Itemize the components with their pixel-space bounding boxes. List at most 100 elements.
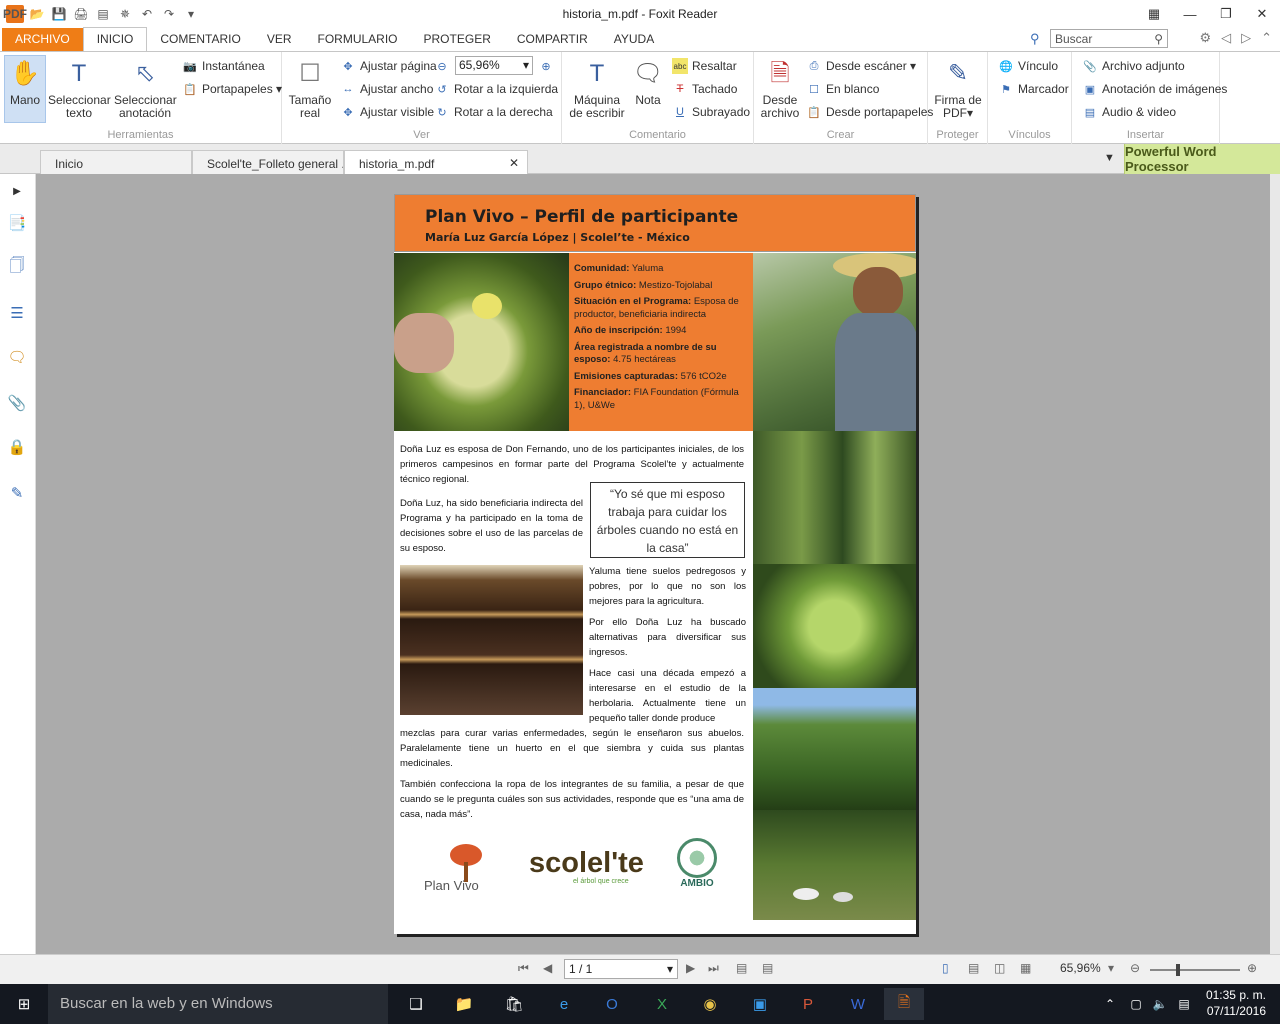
rotate-left-button[interactable]: ↺ Rotar a la izquierda bbox=[434, 79, 558, 99]
zoom-level[interactable]: 65,96% bbox=[1060, 961, 1101, 975]
strikeout-button[interactable]: T Tachado bbox=[672, 79, 738, 99]
chrome-icon[interactable]: ◉ bbox=[690, 988, 730, 1020]
zoom-in-status-icon[interactable]: ⊕ bbox=[1247, 961, 1257, 975]
expand-panel-icon[interactable]: ▶ bbox=[6, 180, 28, 202]
tray-chevron-icon[interactable]: ⌃ bbox=[1096, 988, 1124, 1020]
fit-visible-button[interactable]: ✥ Ajustar visible bbox=[340, 102, 434, 122]
continuous-facing-icon[interactable]: ▦ bbox=[1020, 961, 1031, 975]
zoom-out-status-icon[interactable]: ⊖ bbox=[1130, 961, 1140, 975]
tab-ayuda[interactable]: AYUDA bbox=[601, 28, 667, 51]
tab-inicio-doc[interactable]: Inicio bbox=[40, 150, 192, 174]
zoom-slider-thumb[interactable] bbox=[1176, 964, 1180, 976]
save-icon[interactable]: 💾 bbox=[50, 5, 68, 23]
tab-list-chevron-icon[interactable]: ▼ bbox=[1104, 152, 1115, 164]
notifications-icon[interactable]: ▤ bbox=[1170, 988, 1198, 1020]
close-tab-icon[interactable]: ✕ bbox=[509, 156, 519, 170]
image-annotation-button[interactable]: ▣ Anotación de imágenes bbox=[1082, 79, 1228, 99]
actual-size-button[interactable]: ☐ Tamaño real bbox=[288, 56, 332, 120]
back-arrow-icon[interactable]: ◁ bbox=[1221, 30, 1231, 46]
layers-panel-icon[interactable]: ☰ bbox=[6, 302, 28, 324]
zoom-in-button[interactable]: ⊕ bbox=[538, 56, 558, 76]
comments-panel-icon[interactable]: 🗨 bbox=[6, 346, 28, 368]
fit-width-button[interactable]: ↔ Ajustar ancho bbox=[340, 79, 434, 99]
excel-icon[interactable]: X bbox=[642, 988, 682, 1020]
close-button[interactable]: ✕ bbox=[1244, 0, 1280, 28]
tab-formulario[interactable]: FORMULARIO bbox=[305, 28, 411, 51]
tab-historia[interactable]: historia_m.pdf ✕ bbox=[344, 150, 528, 174]
last-page-icon[interactable]: ⏭ bbox=[708, 961, 719, 976]
select-annotation-button[interactable]: ⬁ Seleccionar anotación bbox=[114, 56, 177, 120]
fit-page-button[interactable]: ✥ Ajustar página bbox=[340, 56, 436, 76]
select-text-button[interactable]: T Seleccionar texto bbox=[48, 56, 111, 120]
attachments-panel-icon[interactable]: 📎 bbox=[6, 392, 28, 414]
audio-video-button[interactable]: ▤ Audio & video bbox=[1082, 102, 1176, 122]
page-view-icon[interactable]: ▤ bbox=[736, 961, 747, 975]
undo-icon[interactable]: ↶ bbox=[138, 5, 156, 23]
new-icon[interactable]: ✵ bbox=[116, 5, 134, 23]
single-page-icon[interactable]: ▯ bbox=[942, 961, 949, 975]
prev-page-icon[interactable]: ◀ bbox=[543, 961, 552, 975]
note-button[interactable]: 🗨 Nota bbox=[628, 56, 668, 107]
powerpoint-icon[interactable]: P bbox=[788, 988, 828, 1020]
vertical-scrollbar[interactable] bbox=[1270, 174, 1280, 954]
restore-ribbon-icon[interactable]: ▦ bbox=[1136, 0, 1172, 28]
word-icon[interactable]: W bbox=[838, 988, 878, 1020]
next-page-icon[interactable]: ▶ bbox=[686, 961, 695, 975]
clock[interactable]: 01:35 p. m. 07/11/2016 bbox=[1206, 987, 1266, 1019]
zoom-out-button[interactable]: ⊖ bbox=[434, 56, 454, 76]
search-input[interactable]: Buscar ⚲ bbox=[1050, 29, 1168, 48]
pages-panel-icon[interactable]: 🗍 bbox=[6, 256, 28, 278]
tab-ver[interactable]: VER bbox=[254, 28, 305, 51]
link-button[interactable]: 🌐 Vínculo bbox=[998, 56, 1058, 76]
file-explorer-icon[interactable]: 📁 bbox=[444, 988, 484, 1020]
task-view-icon[interactable]: ❑ bbox=[396, 988, 436, 1020]
typewriter-button[interactable]: T Máquina de escribir bbox=[566, 56, 628, 120]
print-icon[interactable]: 🖨 bbox=[72, 5, 90, 23]
properties-icon[interactable]: ▤ bbox=[94, 5, 112, 23]
attachment-button[interactable]: 📎 Archivo adjunto bbox=[1082, 56, 1185, 76]
bookmarks-panel-icon[interactable]: 📑 bbox=[6, 212, 28, 234]
tab-proteger[interactable]: PROTEGER bbox=[411, 28, 504, 51]
continuous-icon[interactable]: ▤ bbox=[968, 961, 979, 975]
page-view2-icon[interactable]: ▤ bbox=[762, 961, 773, 975]
settings-gear-icon[interactable]: ⚙ bbox=[1199, 30, 1211, 46]
edge-icon[interactable]: e bbox=[544, 988, 584, 1020]
tab-comentario[interactable]: COMENTARIO bbox=[147, 28, 253, 51]
zoom-dropdown-icon[interactable]: ▾ bbox=[1108, 961, 1114, 975]
store-icon[interactable]: 🛍 bbox=[494, 988, 534, 1020]
bookmark-button[interactable]: ⚑ Marcador bbox=[998, 79, 1069, 99]
tab-inicio[interactable]: INICIO bbox=[82, 27, 148, 51]
customize-icon[interactable]: ▾ bbox=[182, 5, 200, 23]
search-options-icon[interactable]: ⚲ bbox=[1030, 31, 1040, 47]
tab-compartir[interactable]: COMPARTIR bbox=[504, 28, 601, 51]
maximize-button[interactable]: ❐ bbox=[1208, 0, 1244, 28]
foxit-taskbar-icon[interactable]: 🗎 bbox=[884, 988, 924, 1020]
redo-icon[interactable]: ↷ bbox=[160, 5, 178, 23]
pdf-sign-button[interactable]: ✎ Firma de PDF▾ bbox=[934, 56, 982, 120]
tab-archivo[interactable]: ARCHIVO bbox=[2, 28, 83, 51]
taskbar-search[interactable]: Buscar en la web y en Windows bbox=[48, 984, 388, 1024]
collapse-ribbon-icon[interactable]: ⌃ bbox=[1261, 30, 1272, 46]
forward-arrow-icon[interactable]: ▷ bbox=[1241, 30, 1251, 46]
security-panel-icon[interactable]: 🔒 bbox=[6, 436, 28, 458]
tab-folleto[interactable]: Scolel'te_Folleto general ... bbox=[192, 150, 344, 174]
search-icon[interactable]: ⚲ bbox=[1154, 32, 1163, 46]
signatures-panel-icon[interactable]: ✎ bbox=[6, 482, 28, 504]
page-number-field[interactable]: 1 / 1 ▾ bbox=[564, 959, 678, 979]
snapshot-button[interactable]: 📷 Instantánea bbox=[182, 56, 265, 76]
ad-banner[interactable]: Powerful Word Processor bbox=[1124, 144, 1280, 174]
contacts-icon[interactable]: ▣ bbox=[740, 988, 780, 1020]
first-page-icon[interactable]: ⏮ bbox=[518, 961, 529, 976]
outlook-icon[interactable]: O bbox=[592, 988, 632, 1020]
zoom-slider[interactable] bbox=[1150, 969, 1240, 971]
minimize-button[interactable]: — bbox=[1172, 0, 1208, 28]
clipboard-button[interactable]: 📋 Portapapeles ▾ bbox=[182, 79, 282, 99]
open-icon[interactable]: 📂 bbox=[28, 5, 46, 23]
from-clipboard-button[interactable]: 📋 Desde portapapeles bbox=[806, 102, 933, 122]
zoom-select[interactable]: 65,96% ▾ bbox=[455, 56, 533, 75]
hand-tool-button[interactable]: ✋ Mano bbox=[4, 55, 46, 123]
from-scanner-button[interactable]: ⎙ Desde escáner ▾ bbox=[806, 56, 916, 76]
underline-button[interactable]: U Subrayado bbox=[672, 102, 750, 122]
facing-icon[interactable]: ◫ bbox=[994, 961, 1005, 975]
highlight-button[interactable]: abc Resaltar bbox=[672, 56, 737, 76]
